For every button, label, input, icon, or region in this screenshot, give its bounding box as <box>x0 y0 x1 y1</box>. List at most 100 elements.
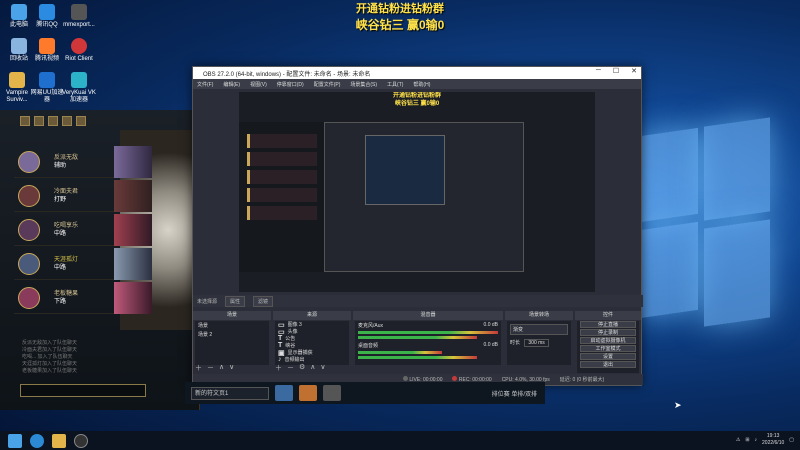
edge-icon[interactable] <box>30 433 44 448</box>
volume-slider[interactable] <box>358 336 477 339</box>
chat-input[interactable] <box>20 384 146 397</box>
league-bottom-bar: 新的符文页1 排位赛 单排/双排 <box>185 382 545 404</box>
source-item[interactable]: ▣ 显示器捕获 <box>275 349 349 357</box>
track-name: 桌面音频 <box>358 343 379 349</box>
menu-tools[interactable]: 工具(T) <box>387 81 403 88</box>
obs-preview[interactable]: 开通钻粉进钻粉群 峡谷钻三 赢0输0 <box>239 92 595 292</box>
menu-docks[interactable]: 停靠窗口(D) <box>277 81 304 88</box>
champion-splash <box>114 146 152 178</box>
obs-titlebar[interactable]: OBS 27.2.0 (64-bit, windows) - 配置文件: 未命名… <box>193 67 641 79</box>
player-row[interactable]: 冷面夫君 打野 <box>14 180 152 212</box>
mixer-dock-title: 混音器 <box>353 311 503 320</box>
properties-button[interactable]: 属性 <box>225 295 246 307</box>
down-icon[interactable]: ∨ <box>320 363 325 373</box>
studio-mode-button[interactable]: 工作室模式 <box>580 345 636 352</box>
scenes-dock: 场景 场景 场景 2 ＋ － ∧ ∨ <box>193 311 271 373</box>
league-tab-icon[interactable] <box>34 116 44 126</box>
desktop-icon-riot-client[interactable]: Riot Client <box>62 38 96 63</box>
player-row[interactable]: 吃喝享乐 中路 <box>14 214 152 246</box>
desktop-icon-tencent-video[interactable]: 腾讯视频 <box>30 38 64 63</box>
stop-recording-button[interactable]: 停止录制 <box>580 329 636 336</box>
spell-icon[interactable] <box>275 385 293 401</box>
down-icon[interactable]: ∨ <box>229 363 234 373</box>
desktop-icon-mmexport[interactable]: mmexport... <box>62 4 96 29</box>
settings-icon[interactable] <box>323 385 341 401</box>
player-avatar <box>18 184 40 207</box>
player-avatar <box>18 150 40 173</box>
transition-select[interactable]: 渐变 <box>510 324 568 335</box>
rune-page-select[interactable]: 新的符文页1 <box>191 386 269 400</box>
menu-edit[interactable]: 编辑(E) <box>223 81 240 88</box>
stream-overlay: 开通钻粉进钻粉群 峡谷钻三 赢0输0 <box>300 0 500 33</box>
menu-view[interactable]: 视图(V) <box>250 81 267 88</box>
stop-streaming-button[interactable]: 停止直播 <box>580 321 636 328</box>
volume-meter <box>358 331 498 334</box>
exit-button[interactable]: 退出 <box>580 361 636 368</box>
mixer-dock: 混音器 麦克风/Aux 0.0 dB 桌面音频 0.0 dB <box>353 311 503 373</box>
champion-splash <box>114 214 152 246</box>
menu-scene-collection[interactable]: 场景集合(S) <box>350 81 377 88</box>
league-tab-icon[interactable] <box>48 116 58 126</box>
remove-icon[interactable]: － <box>207 363 214 373</box>
source-toolbar: 未选择源 属性 滤镜 <box>193 295 643 307</box>
track-db: 0.0 dB <box>483 342 498 348</box>
scenes-dock-title: 场景 <box>193 311 271 320</box>
maximize-icon[interactable]: ☐ <box>613 67 619 75</box>
scene-item[interactable]: 场景 2 <box>195 330 269 339</box>
volume-meter <box>358 351 442 354</box>
computer-icon <box>11 4 27 20</box>
desktop-icon-vk[interactable]: VeryKuai VK 加速器 <box>62 72 96 104</box>
volume-slider[interactable] <box>358 356 477 359</box>
settings-button[interactable]: 设置 <box>580 353 636 360</box>
tray-icon[interactable]: ⚠ <box>736 437 740 443</box>
image-file-icon <box>71 4 87 20</box>
virtual-camera-button[interactable]: 启动虚拟摄像机 <box>580 337 636 344</box>
up-icon[interactable]: ∧ <box>310 363 315 373</box>
volume-icon[interactable]: ♪ <box>755 437 758 443</box>
desktop-icon-uu[interactable]: 网易UU加速器 <box>30 72 64 104</box>
start-icon[interactable] <box>8 433 22 448</box>
player-row[interactable]: 反派无敌 辅助 <box>14 146 152 178</box>
controls-dock: 控件 停止直播 停止录制 启动虚拟摄像机 工作室模式 设置 退出 <box>575 311 641 373</box>
menu-profile[interactable]: 配置文件(P) <box>314 81 341 88</box>
league-tab-icon[interactable] <box>62 116 72 126</box>
game-icon <box>9 72 25 88</box>
text-icon: T <box>278 335 283 342</box>
close-icon[interactable]: ✕ <box>631 67 637 75</box>
desktop-icon-vampire[interactable]: Vampire Surviv... <box>0 72 34 104</box>
spell-icon[interactable] <box>299 385 317 401</box>
player-row[interactable]: 天涯孤灯 中路 <box>14 248 152 280</box>
menu-file[interactable]: 文件(F) <box>197 81 213 88</box>
settings-icon[interactable]: ⚙ <box>299 363 305 373</box>
up-icon[interactable]: ∧ <box>219 363 224 373</box>
file-explorer-icon[interactable] <box>52 433 66 448</box>
menu-help[interactable]: 帮助(H) <box>413 81 430 88</box>
mixer-track: 桌面音频 0.0 dB <box>355 341 501 361</box>
remove-icon[interactable]: － <box>287 363 294 373</box>
source-item[interactable]: ▭ 头像 <box>275 328 349 336</box>
network-icon[interactable]: ⊞ <box>745 437 749 443</box>
obs-icon[interactable] <box>74 433 88 448</box>
league-tab-icon[interactable] <box>76 116 86 126</box>
filters-button[interactable]: 滤镜 <box>253 295 274 307</box>
rec-dot-icon <box>452 376 458 381</box>
duration-input[interactable]: 300 ms <box>524 339 549 347</box>
source-item[interactable]: ▭ 图像 3 <box>275 321 349 329</box>
windows-logo <box>640 117 770 330</box>
transitions-dock: 场景转场 渐变 时长 300 ms <box>505 311 573 373</box>
notification-icon[interactable]: ▢ <box>789 437 794 443</box>
add-icon[interactable]: ＋ <box>195 363 202 373</box>
source-item[interactable]: T 峡谷 <box>275 342 349 349</box>
league-tab-icon[interactable] <box>20 116 30 126</box>
scene-item[interactable]: 场景 <box>195 321 269 330</box>
source-item[interactable]: ♪ 音频输出 <box>275 356 349 363</box>
league-client-window: 反派无敌 辅助 冷面夫君 打野 吃喝享乐 中路 天涯孤灯 中路 老板糖果 下路 反派无敌加… <box>0 110 200 410</box>
clock[interactable]: 19:13 2022/6/10 <box>762 433 784 447</box>
video-icon <box>39 38 55 54</box>
add-icon[interactable]: ＋ <box>275 363 282 373</box>
desktop-icon-qq[interactable]: 腾讯QQ <box>30 4 64 29</box>
minimize-icon[interactable]: ─ <box>596 67 601 75</box>
source-item[interactable]: T 公告 <box>275 335 349 342</box>
qq-icon <box>39 4 55 20</box>
player-row[interactable]: 老板糖果 下路 <box>14 282 152 314</box>
